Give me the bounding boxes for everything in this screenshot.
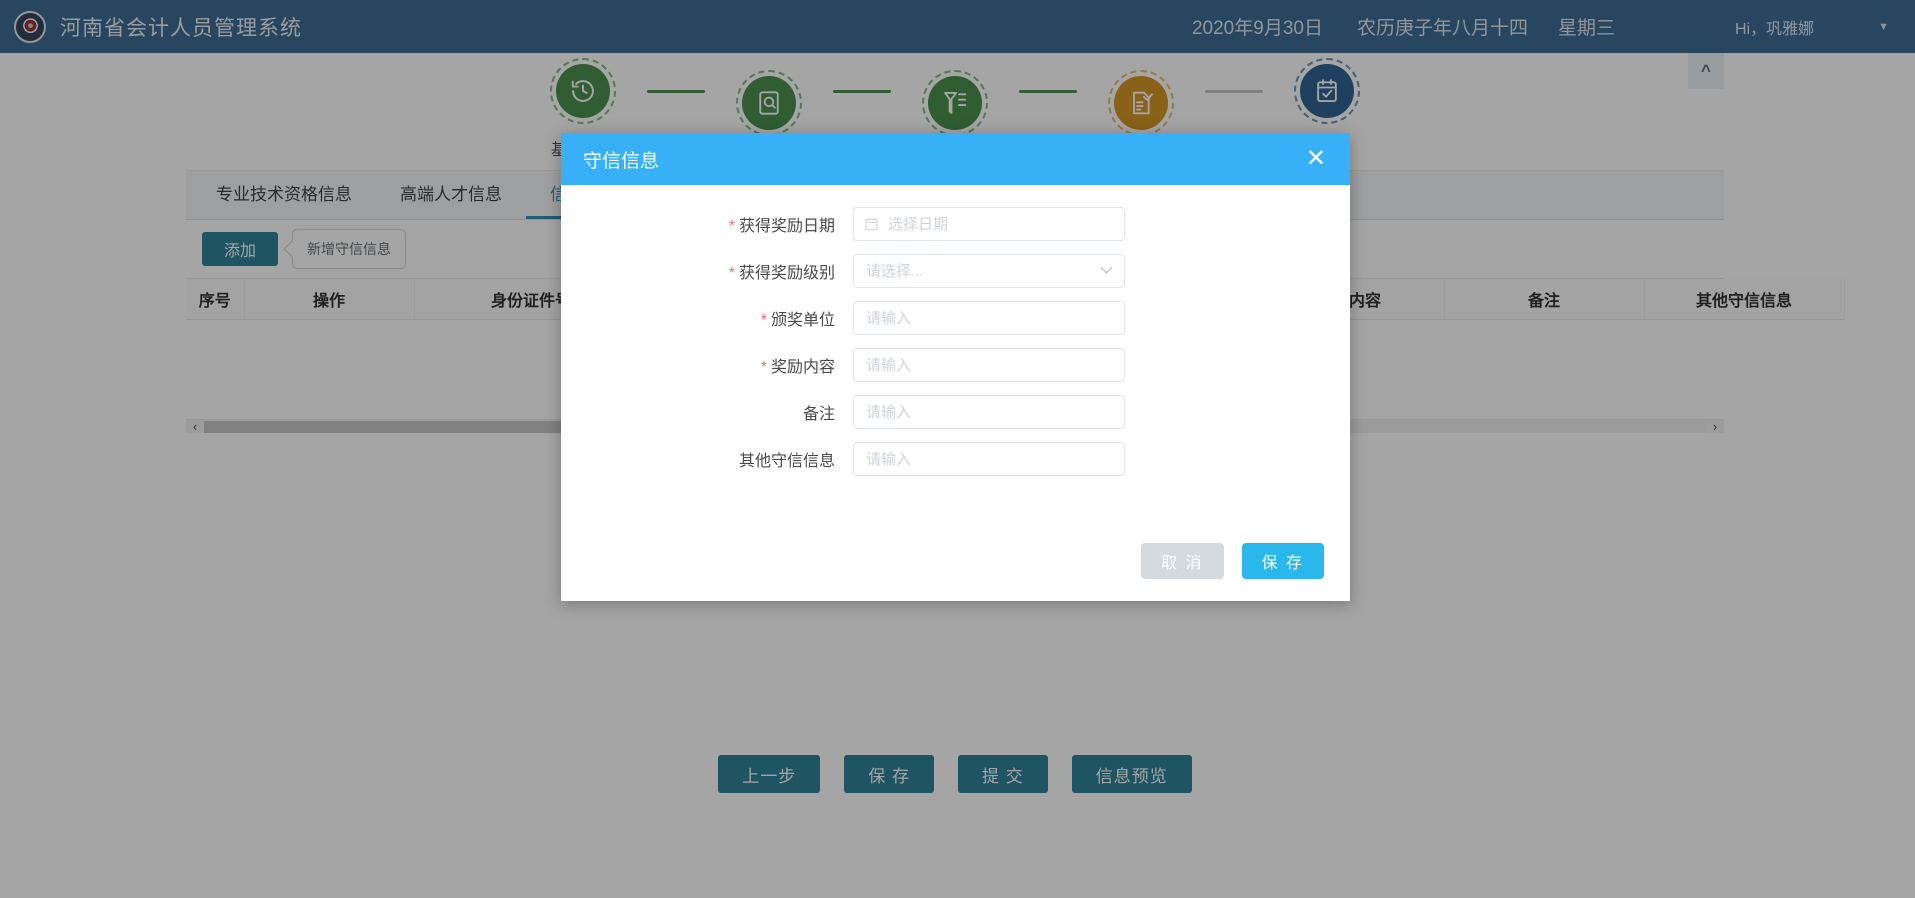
field-award-date-wrap [853, 207, 1125, 241]
credit-info-modal: 守信信息 ✕ *获得奖励日期 [561, 133, 1350, 601]
required-marker: * [761, 312, 767, 329]
modal-title: 守信信息 [583, 146, 659, 173]
field-award-level-wrap [853, 254, 1125, 288]
field-remark-row: 备注 [561, 395, 1350, 429]
remark-input[interactable] [853, 395, 1125, 429]
field-award-org-row: *颁奖单位 [561, 301, 1350, 335]
award-level-select[interactable] [853, 254, 1125, 288]
field-award-content-row: *奖励内容 [561, 348, 1350, 382]
other-credit-input[interactable] [853, 442, 1125, 476]
required-marker: * [729, 265, 735, 282]
field-award-content-label: *奖励内容 [561, 353, 853, 377]
field-remark-wrap [853, 395, 1125, 429]
field-award-content-wrap [853, 348, 1125, 382]
modal-footer: 取 消 保 存 [1141, 543, 1324, 579]
field-award-org-label: *颁奖单位 [561, 306, 853, 330]
modal-cancel-button[interactable]: 取 消 [1141, 543, 1223, 579]
field-other-credit-label: 其他守信信息 [561, 447, 853, 471]
modal-body: *获得奖励日期 *获得奖励级别 [561, 185, 1350, 476]
modal-save-button[interactable]: 保 存 [1242, 543, 1324, 579]
field-remark-label: 备注 [561, 400, 853, 424]
award-date-input[interactable] [853, 207, 1125, 241]
field-award-date-label: *获得奖励日期 [561, 212, 853, 236]
field-award-date-row: *获得奖励日期 [561, 207, 1350, 241]
field-award-level-row: *获得奖励级别 [561, 254, 1350, 288]
required-marker: * [761, 359, 767, 376]
field-award-level-label: *获得奖励级别 [561, 259, 853, 283]
award-org-input[interactable] [853, 301, 1125, 335]
modal-header: 守信信息 ✕ [561, 133, 1350, 185]
required-marker: * [729, 218, 735, 235]
award-content-input[interactable] [853, 348, 1125, 382]
field-other-credit-wrap [853, 442, 1125, 476]
app-root: 河南省会计人员管理系统 2020年9月30日 农历庚子年八月十四 星期三 Hi，… [0, 0, 1915, 898]
field-other-credit-row: 其他守信信息 [561, 442, 1350, 476]
close-icon[interactable]: ✕ [1300, 145, 1332, 173]
field-award-org-wrap [853, 301, 1125, 335]
